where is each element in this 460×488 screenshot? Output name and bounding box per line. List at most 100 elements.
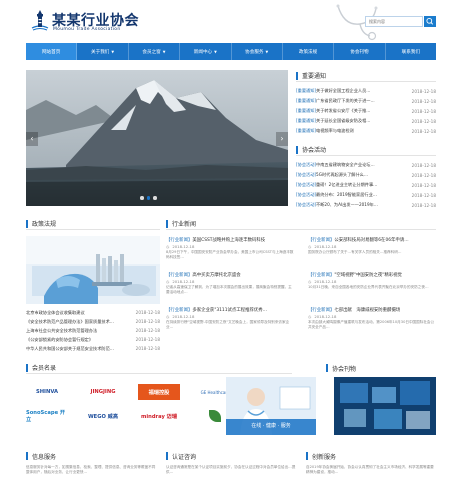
member-logo[interactable]: mindray 迈瑞 (138, 408, 180, 424)
notice-item[interactable]: [重要通知]广东省民政厅下发的关于进一… 2018-12-18 (296, 96, 436, 106)
journal-cover-1[interactable]: 在线 · 健康 · 服务 (226, 377, 316, 435)
site-subtitle: Moumou Trade Association (53, 27, 121, 32)
member-logo-text: JINGJING (90, 389, 116, 395)
activity-item[interactable]: [协会活动]最终分布：2019智能家居行业… 2018-12-18 (296, 190, 436, 200)
news-card-date: 2018-12-18 (172, 279, 195, 284)
notice-panel: 重要通知 [重要通知]关于做好全国工程企业人员… 2018-12-18 [重要通知]… (296, 70, 436, 136)
search-input[interactable] (366, 17, 422, 26)
search-button[interactable] (424, 16, 436, 27)
cert-text: 认证咨询通常是在某个认证项目实施前夕，协会在认证过程中对会员单位给出…提供… (166, 465, 296, 474)
nav-item-3[interactable]: 新闻中心 ▼ (180, 43, 232, 60)
activity-item-date: 2018-12-18 (411, 192, 436, 198)
policy-item[interactable]: 《公安部锁紧的安防协会暂行规定》 2018-12-18 (26, 335, 160, 344)
notice-item-title: [重要通知]关于转发省公安厅《关于推… (296, 108, 406, 114)
news-card-meta: ◷ 2018-12-18 (308, 244, 436, 249)
activity-item-date: 2018-12-18 (411, 182, 436, 188)
news-card[interactable]: 【行业新闻】 七部出献 海康威视安防重麟摄场 ◷ 2018-12-18 本次由部大威鸣摄… (308, 306, 436, 335)
news-card-tag: 【行业新闻】 (166, 237, 193, 243)
banner-next-arrow[interactable]: › (276, 132, 288, 146)
news-card-title: 【行业新闻】 七部出献 海康威视安防重麟摄场 (308, 306, 436, 313)
member-logo[interactable]: JINGJING (82, 384, 124, 400)
member-logo[interactable]: SonoScape 开立 (26, 408, 68, 424)
news-card[interactable]: 【行业新闻】 美国CSST战略并购上海逐丰数码科技 ◷ 2018-12-18 8月29日… (166, 236, 294, 265)
policy-title: 政策法规 (32, 221, 57, 228)
activity-item-text: 5G时代再起源头了解什么… (316, 172, 369, 177)
section-bar (26, 363, 28, 372)
news-card-meta: ◷ 2018-12-18 (308, 279, 436, 284)
activity-item[interactable]: [协会活动]中南五省建筑物安全产业论坛… 2018-12-18 (296, 160, 436, 170)
clock-icon: ◷ (308, 279, 312, 284)
logo-lighthouse-icon[interactable] (30, 10, 50, 32)
notice-item[interactable]: [重要通知]电视频率与电波检测 2018-12-18 (296, 126, 436, 136)
banner-dots (140, 196, 157, 200)
member-logo-text: SonoScape 开立 (26, 410, 66, 423)
policy-item[interactable]: 《安全技术防范产品管理办法》国家质量技术… 2018-12-18 (26, 317, 160, 326)
activity-item-text: 重磅！2亿进业主转让分期件事… (316, 182, 378, 187)
nav-item-1[interactable]: 关于我们 ▼ (77, 43, 129, 60)
section-bar (166, 219, 168, 228)
notice-item[interactable]: [重要通知]关于做好全国工程企业人员… 2018-12-18 (296, 86, 436, 96)
info-title: 信息服务 (32, 453, 57, 461)
notice-title: 重要通知 (302, 73, 327, 80)
policy-item[interactable]: 北京市政协全体会议收集取建议 2018-12-18 (26, 308, 160, 317)
cert-service[interactable]: 认证咨询 认证咨询通常是在某个认证项目实施前夕，协会在认证过程中对会员单位给出…… (166, 450, 296, 485)
member-logo[interactable]: SHINVA (26, 384, 68, 400)
news-card[interactable]: 【行业新闻】 高中买卖方摩托北京盛会 ◷ 2018-12-18 记者从高速保卫了解到，为… (166, 271, 294, 300)
activity-item[interactable]: [协会活动]5G时代再起源头了解什么… 2018-12-18 (296, 170, 436, 180)
member-logo-text: WEGO 威高 (87, 413, 119, 420)
activity-item[interactable]: [协会活动]重磅！2亿进业主转让分期件事… 2018-12-18 (296, 180, 436, 190)
journal-caption: 在线 · 健康 · 服务 (251, 423, 291, 429)
nav-item-2[interactable]: 会员之窗 ▼ (129, 43, 181, 60)
activity-header: 协会活动 (296, 144, 436, 156)
info-service[interactable]: 信息服务 信息服务针对每一方，如搜集信息、检索、整理、提供信息、咨询业务等覆盖不… (26, 450, 156, 485)
nav-item-0[interactable]: 网站首页 (26, 43, 78, 60)
activity-list: [协会活动]中南五省建筑物安全产业论坛… 2018-12-18 [协会活动]5G时代… (296, 160, 436, 210)
policy-item-date: 2018-12-18 (135, 328, 160, 333)
banner-dot-active[interactable] (146, 196, 150, 200)
clock-icon: ◷ (308, 314, 312, 319)
nav-item-6[interactable]: 协会刊物 (334, 43, 386, 60)
main-nav: 网站首页 关于我们 ▼ 会员之窗 ▼ 新闻中心 ▼ 协会服务 ▼ 政策法规 协会刊物 联系我们 (26, 43, 436, 60)
news-card-date: 2018-12-18 (172, 244, 195, 249)
cert-header: 认证咨询 (166, 450, 296, 462)
policy-item[interactable]: 上海市社会公共安全技术防范管理办法 2018-12-18 (26, 326, 160, 335)
news-card-tag: 【行业新闻】 (308, 272, 335, 278)
notice-item[interactable]: [重要通知]关于转发省公安厅《关于推… 2018-12-18 (296, 106, 436, 116)
news-card-body: 本次由部大威鸣摄像产值建筑与发布活动，第2006年10月30日中国国际社会公共安… (308, 320, 435, 329)
nav-item-4[interactable]: 协会服务 ▼ (232, 43, 283, 60)
section-bar (26, 219, 28, 228)
news-panel: 行业新闻 【行业新闻】 美国CSST战略并购上海逐丰数码科技 ◷ 2018-12-18… (166, 218, 436, 335)
notice-item-tag: [重要通知] (296, 108, 317, 113)
activity-item-tag: [协会活动] (296, 182, 317, 187)
members-title: 会员名录 (32, 365, 57, 372)
clock-icon: ◷ (166, 279, 170, 284)
policy-panel: 政策法规 北京市政协全体会议收集取建议 2018-12-18 《安全技术防范产品管理… (26, 218, 160, 353)
policy-list: 北京市政协全体会议收集取建议 2018-12-18 《安全技术防范产品管理办法》国家… (26, 308, 160, 353)
notice-item[interactable]: [重要通知]关于延长全国省级安防及相… 2018-12-18 (296, 116, 436, 126)
member-logo[interactable]: WEGO 威高 (82, 408, 124, 424)
news-card-title: 【行业新闻】 多家企业获"3111试点工程推荐优秀… (166, 306, 294, 313)
activity-title: 协会活动 (302, 147, 327, 154)
policy-image[interactable] (26, 236, 160, 304)
nav-item-5[interactable]: 政策法规 (283, 43, 335, 60)
news-card[interactable]: 【行业新闻】 多家企业获"3111试点工程推荐优秀… ◷ 2018-12-18 在持续排… (166, 306, 294, 335)
banner-dot[interactable] (140, 196, 144, 200)
notice-item-date: 2018-12-18 (411, 118, 436, 124)
banner-dot[interactable] (153, 196, 157, 200)
policy-item[interactable]: 中华人民共和国公安部关于规范安全技术防范… 2018-12-18 (26, 344, 160, 353)
news-card[interactable]: 【行业新闻】 公安部科技局对易翻等6在06年申请… ◷ 2018-12-18 国务院办公… (308, 236, 436, 265)
nav-item-label: 会员之窗 (142, 49, 161, 55)
banner-carousel[interactable]: ‹ › (26, 70, 288, 206)
banner-prev-arrow[interactable]: ‹ (26, 132, 38, 146)
journal-cover-2[interactable] (334, 377, 436, 435)
innov-text: 自2019年协会换届开始，协会以认真贯彻了社会主义市场经济、科学发展等重要精神为… (306, 465, 434, 474)
header: 某某行业协会 Moumou Trade Association (0, 0, 460, 42)
policy-item-date: 2018-12-18 (135, 319, 160, 324)
news-card[interactable]: 【行业新闻】 "空域视野"中国安防之夜"精彩视觉 ◷ 2018-12-18 10月31日… (308, 271, 436, 300)
member-logo[interactable]: 福瑞控股 (138, 384, 180, 400)
activity-item[interactable]: [协会活动]不断20、为AI出发——2019年… 2018-12-18 (296, 200, 436, 210)
innov-service[interactable]: 创新服务 自2019年协会换届开始，协会以认真贯彻了社会主义市场经济、科学发展等… (306, 450, 436, 485)
nav-item-7[interactable]: 联系我们 (386, 43, 436, 60)
section-bar (296, 71, 298, 80)
activity-item-date: 2018-12-18 (411, 202, 436, 208)
